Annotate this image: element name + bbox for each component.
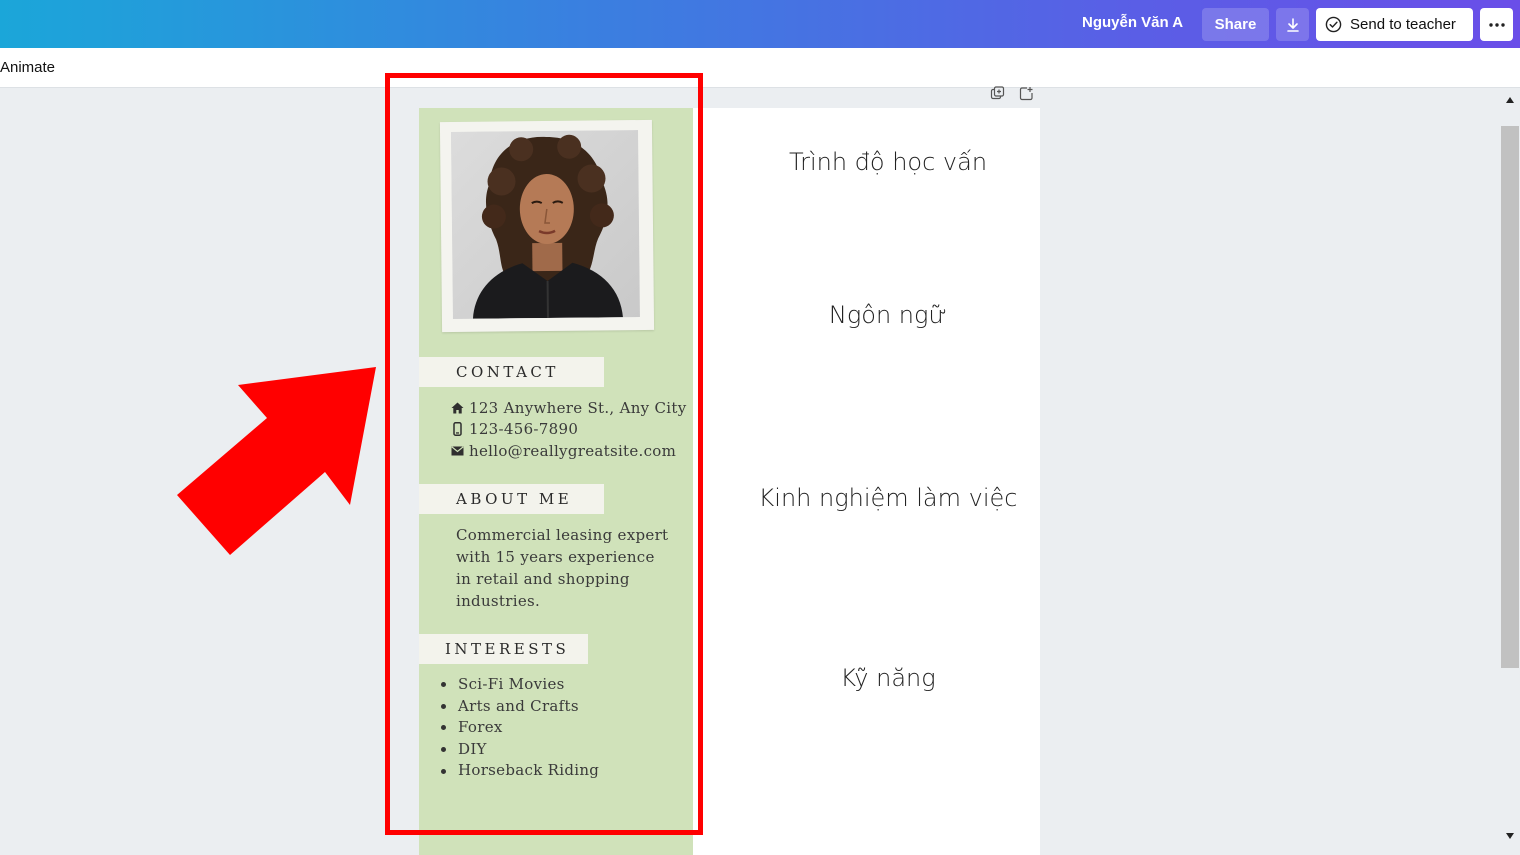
check-circle-icon <box>1325 16 1342 33</box>
duplicate-page-icon[interactable] <box>990 86 1005 101</box>
scrollbar-thumb[interactable] <box>1501 126 1519 668</box>
scroll-up-button[interactable] <box>1503 93 1517 107</box>
more-icon <box>1488 22 1505 27</box>
download-button[interactable] <box>1276 8 1309 41</box>
heading-skills[interactable]: Kỹ năng <box>700 664 1076 692</box>
more-options-button[interactable] <box>1480 8 1513 41</box>
share-button[interactable]: Share <box>1202 8 1269 41</box>
red-arrow-icon <box>177 367 376 555</box>
caret-up-icon <box>1506 97 1514 103</box>
heading-language[interactable]: Ngôn ngữ <box>700 301 1076 329</box>
heading-experience[interactable]: Kinh nghiệm làm việc <box>700 484 1076 512</box>
highlight-box <box>385 73 703 835</box>
editor-toolbar: Animate <box>0 48 1520 88</box>
page-tools <box>990 86 1034 101</box>
caret-down-icon <box>1506 833 1514 839</box>
heading-education[interactable]: Trình độ học vấn <box>700 148 1076 176</box>
download-icon <box>1286 17 1299 32</box>
send-to-teacher-label: Send to teacher <box>1350 16 1456 33</box>
scroll-down-button[interactable] <box>1503 829 1517 843</box>
send-to-teacher-button[interactable]: Send to teacher <box>1316 8 1473 41</box>
add-page-icon[interactable] <box>1019 86 1034 101</box>
animate-button[interactable]: Animate <box>0 59 55 76</box>
user-name[interactable]: Nguyễn Văn A <box>1082 14 1183 31</box>
